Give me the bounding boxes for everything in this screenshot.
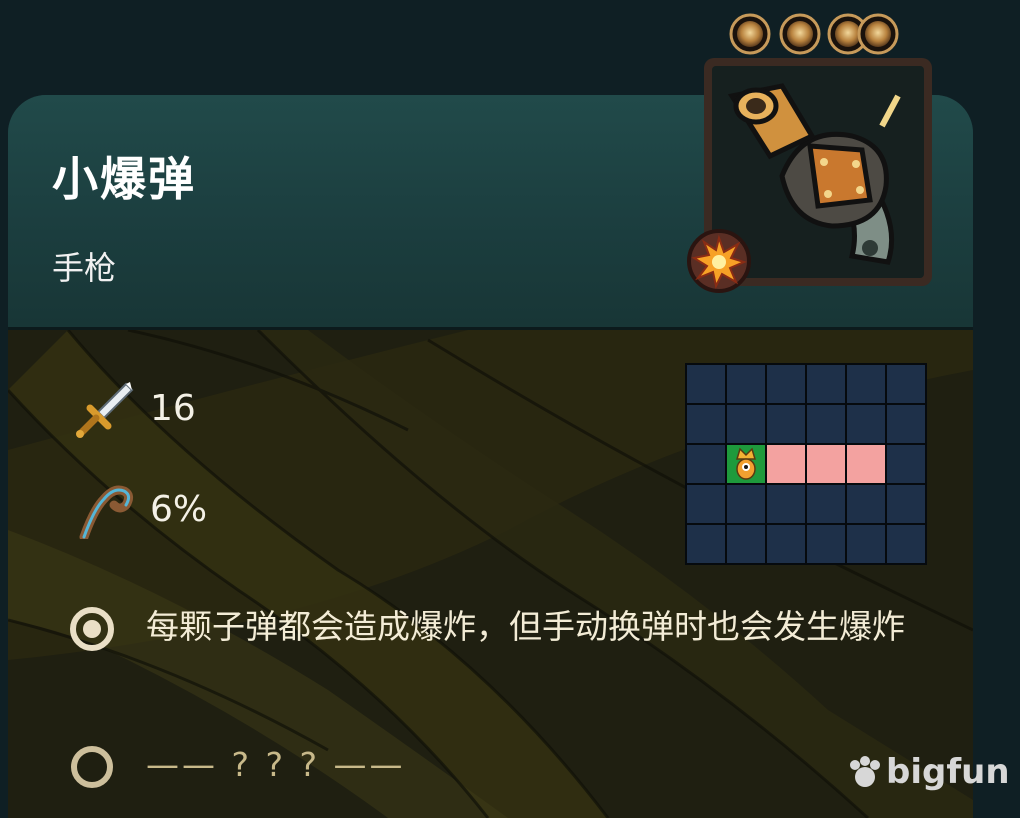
range-cell bbox=[807, 485, 845, 523]
range-cell bbox=[807, 365, 845, 403]
coin-cost-icons bbox=[729, 13, 899, 55]
crit-value: 6% bbox=[150, 488, 208, 530]
range-cell bbox=[887, 405, 925, 443]
range-cell-highlighted bbox=[847, 445, 885, 483]
range-cell bbox=[887, 485, 925, 523]
bigfun-watermark: bigfun bbox=[848, 752, 1010, 792]
effect-unknown-text: —— ? ? ? —— bbox=[146, 745, 406, 784]
range-cell bbox=[847, 525, 885, 563]
range-cell bbox=[687, 365, 725, 403]
range-cell bbox=[767, 485, 805, 523]
item-type: 手枪 bbox=[52, 249, 117, 287]
attack-range-grid bbox=[685, 363, 927, 565]
paw-logo-icon bbox=[850, 756, 880, 787]
range-cell bbox=[687, 445, 725, 483]
range-cell bbox=[847, 405, 885, 443]
effect-known: 每颗子弹都会造成爆炸，但手动换弹时也会发生爆炸 bbox=[68, 601, 906, 653]
range-cell bbox=[727, 525, 765, 563]
range-cell bbox=[887, 445, 925, 483]
filled-ring-icon bbox=[70, 607, 114, 651]
empty-ring-icon bbox=[71, 746, 113, 788]
coin-icon bbox=[729, 13, 771, 55]
range-cell bbox=[687, 525, 725, 563]
watermark-text: bigfun bbox=[886, 752, 1010, 792]
range-cell bbox=[847, 485, 885, 523]
effect-unknown: —— ? ? ? —— bbox=[68, 739, 906, 791]
crit-hook-icon bbox=[79, 485, 134, 539]
crit-stat: 6% bbox=[68, 479, 207, 539]
range-cell bbox=[807, 525, 845, 563]
range-cell bbox=[727, 405, 765, 443]
range-cell bbox=[847, 365, 885, 403]
range-cell-highlighted bbox=[807, 445, 845, 483]
range-cell bbox=[727, 365, 765, 403]
range-cell bbox=[767, 525, 805, 563]
coin-icon bbox=[857, 13, 899, 55]
range-cell bbox=[767, 365, 805, 403]
sword-icon bbox=[76, 382, 134, 438]
range-cell bbox=[687, 485, 725, 523]
range-cell bbox=[727, 485, 765, 523]
damage-stat: 16 bbox=[68, 378, 196, 438]
damage-value: 16 bbox=[150, 387, 196, 429]
player-icon bbox=[735, 447, 757, 480]
player-origin-cell bbox=[727, 445, 765, 483]
item-name: 小爆弹 bbox=[52, 152, 196, 206]
coin-icon bbox=[779, 13, 821, 55]
range-cell bbox=[887, 525, 925, 563]
range-cell bbox=[807, 405, 845, 443]
range-cell bbox=[767, 405, 805, 443]
effect-description: 每颗子弹都会造成爆炸，但手动换弹时也会发生爆炸 bbox=[146, 607, 905, 646]
range-cell bbox=[887, 365, 925, 403]
explosion-icon bbox=[687, 229, 751, 293]
range-cell-highlighted bbox=[767, 445, 805, 483]
range-cell bbox=[687, 405, 725, 443]
